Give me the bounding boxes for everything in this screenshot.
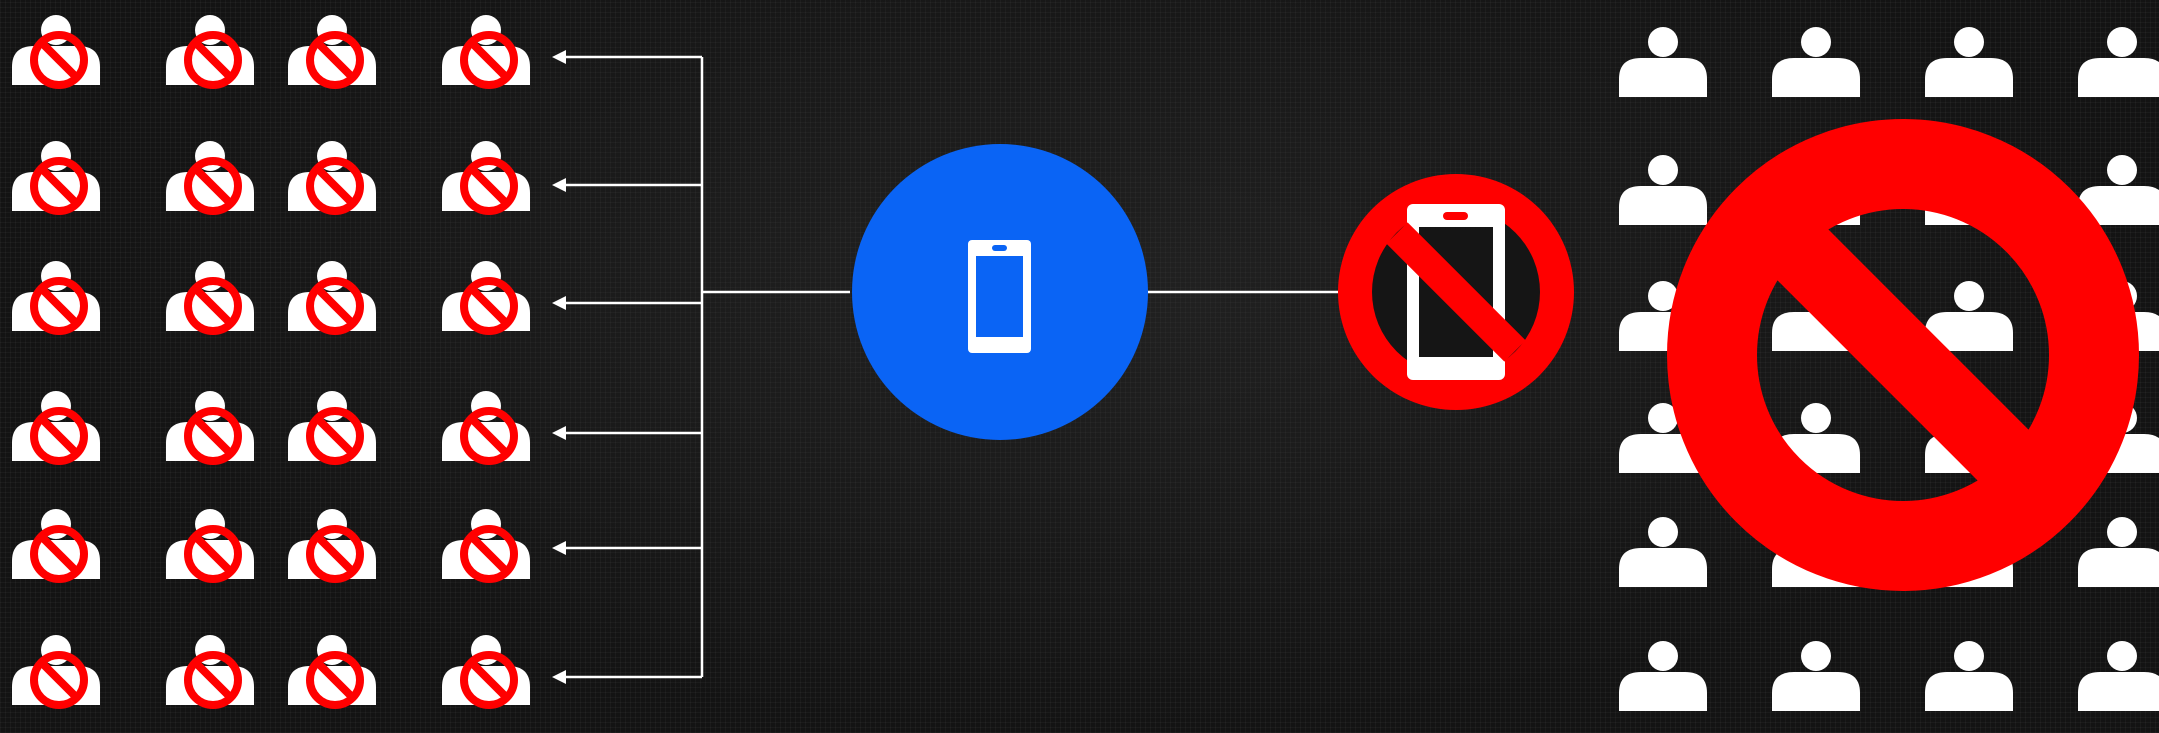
- person-icon: [442, 391, 530, 461]
- person-icon: [288, 391, 376, 461]
- person-icon: [12, 509, 100, 579]
- person-icon: [2078, 27, 2159, 97]
- person-icon: [1772, 641, 1860, 711]
- prohibited-person-icon: [12, 391, 100, 461]
- person-icon: [1619, 27, 1707, 97]
- prohibited-person-icon: [166, 15, 254, 85]
- person-icon: [288, 15, 376, 85]
- person-icon: [288, 141, 376, 211]
- person-icon: [442, 261, 530, 331]
- large-prohibition-icon: [1667, 119, 2139, 591]
- person-icon: [12, 635, 100, 705]
- arrowhead-icon: [552, 296, 566, 310]
- prohibited-person-icon: [166, 391, 254, 461]
- person-icon: [166, 391, 254, 461]
- arrowhead-icon: [552, 426, 566, 440]
- prohibited-person-icon: [12, 635, 100, 705]
- prohibited-person-icon: [442, 141, 530, 211]
- left-people-group: [12, 15, 530, 705]
- person-icon: [1619, 155, 1707, 225]
- prohibited-person-icon: [166, 261, 254, 331]
- person-icon: [12, 261, 100, 331]
- prohibited-person-icon: [288, 391, 376, 461]
- prohibited-person-icon: [288, 141, 376, 211]
- prohibited-person-icon: [442, 261, 530, 331]
- person-icon: [1619, 641, 1707, 711]
- arrowhead-icon: [552, 178, 566, 192]
- person-icon: [166, 635, 254, 705]
- person-icon: [288, 261, 376, 331]
- prohibited-person-icon: [442, 391, 530, 461]
- arrowhead-icon: [552, 670, 566, 684]
- person-icon: [1772, 27, 1860, 97]
- smartphone-icon: [968, 240, 1031, 353]
- prohibited-person-icon: [288, 261, 376, 331]
- arrowhead-icon: [552, 50, 566, 64]
- prohibited-person-icon: [288, 15, 376, 85]
- prohibited-person-icon: [442, 635, 530, 705]
- person-icon: [442, 15, 530, 85]
- person-icon: [288, 635, 376, 705]
- prohibited-person-icon: [166, 635, 254, 705]
- person-icon: [12, 141, 100, 211]
- person-icon: [1925, 27, 2013, 97]
- prohibited-person-icon: [288, 509, 376, 579]
- prohibited-person-icon: [442, 509, 530, 579]
- person-icon: [442, 635, 530, 705]
- arrowhead-icon: [552, 541, 566, 555]
- person-icon: [2078, 517, 2159, 587]
- prohibited-person-icon: [166, 509, 254, 579]
- person-icon: [442, 141, 530, 211]
- person-icon: [1925, 641, 2013, 711]
- prohibited-person-icon: [12, 141, 100, 211]
- prohibited-person-icon: [442, 15, 530, 85]
- person-icon: [442, 509, 530, 579]
- person-icon: [288, 509, 376, 579]
- person-icon: [2078, 641, 2159, 711]
- smartphone-hub: [852, 144, 1148, 440]
- prohibited-person-icon: [288, 635, 376, 705]
- blocked-phone: [1338, 174, 1574, 410]
- person-icon: [12, 391, 100, 461]
- person-icon: [166, 15, 254, 85]
- person-icon: [1619, 517, 1707, 587]
- diagram-svg: [12, 15, 2159, 711]
- person-icon: [166, 141, 254, 211]
- person-icon: [166, 261, 254, 331]
- prohibited-person-icon: [166, 141, 254, 211]
- diagram-canvas: [0, 0, 2159, 733]
- prohibited-person-icon: [12, 261, 100, 331]
- prohibited-person-icon: [12, 15, 100, 85]
- person-icon: [12, 15, 100, 85]
- person-icon: [166, 509, 254, 579]
- prohibited-person-icon: [12, 509, 100, 579]
